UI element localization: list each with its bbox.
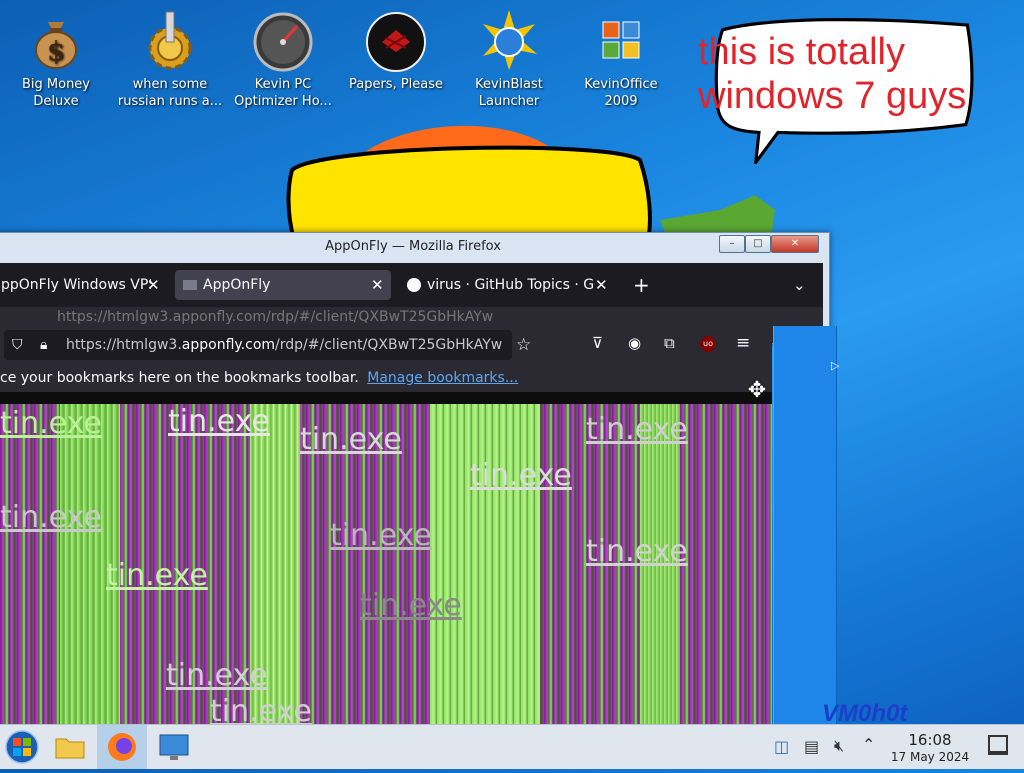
glitch-band (430, 404, 540, 726)
shield-icon[interactable]: ⛉ (12, 330, 23, 360)
desktop-icon-label: Papers, Please (348, 77, 444, 92)
blue-panel (773, 326, 837, 724)
window-title: AppOnFly — Mozilla Firefox (325, 239, 501, 254)
url-bar[interactable]: ⛉ 🔒︎ https://htmlgw3.apponfly.com/rdp/#/… (4, 330, 531, 360)
desktop-icon-label: KevinOffice 2009 (584, 77, 658, 109)
maximize-button[interactable]: □ (745, 235, 771, 253)
glitch-text: tin.exe (168, 404, 270, 439)
glitch-text: tin.exe (300, 422, 402, 457)
desktop-icon-optimizer[interactable]: Kevin PC Optimizer Ho... (228, 8, 338, 110)
clock-date[interactable]: 17 May 2024 (880, 750, 980, 764)
url-domain: apponfly.com (181, 337, 276, 353)
tray-volume-muted-icon[interactable]: 🔇︎ (834, 736, 844, 756)
desktop: { "desktop": { "icons": [ {"label": "Big… (0, 0, 1024, 769)
firefox-taskbar-button[interactable] (97, 725, 147, 769)
taskbar: ◫ ▤ 🔇︎ ⌃ 16:08 17 May 2024 (0, 724, 1024, 769)
desktop-icon-papers-please[interactable]: Papers, Please (341, 8, 451, 93)
svg-text:$: $ (47, 37, 65, 67)
show-desktop-icon[interactable] (988, 735, 1008, 755)
tab-label: ppOnFly Windows VPS ( (1, 277, 151, 293)
glitch-text: tin.exe (360, 588, 462, 623)
url-path: /rdp/#/client/QXBwT25GbHkAYw (275, 337, 503, 353)
tray-update-icon[interactable]: ◫ (774, 737, 789, 756)
speedometer-icon (251, 8, 315, 72)
pocket-icon[interactable]: ⊽ (592, 334, 603, 352)
emblem-icon (364, 8, 428, 72)
manage-bookmarks-link[interactable]: Manage bookmarks... (367, 370, 518, 386)
start-button[interactable] (4, 729, 40, 765)
glitch-text: tin.exe (0, 500, 102, 535)
glitch-text: tin.exe (470, 458, 572, 493)
desktop-icon-label: KevinBlast Launcher (475, 77, 543, 109)
desktop-icon-russian[interactable]: when some russian runs a... (115, 8, 225, 110)
close-button[interactable]: ✕ (771, 235, 819, 253)
money-bag-icon: $ (24, 8, 88, 72)
minimize-button[interactable]: – (719, 235, 745, 253)
bookmarks-hint: ce your bookmarks here on the bookmarks … (0, 370, 359, 386)
tab-bar: ppOnFly Windows VPS ( ✕ AppOnFly ✕ virus… (0, 263, 823, 307)
tab-apponfly-vps[interactable]: ppOnFly Windows VPS ( (0, 270, 151, 300)
glitch-text: tin.exe (0, 406, 102, 441)
list-tabs-chevron-icon[interactable]: ⌄ (793, 270, 806, 300)
tab-favicon-icon (183, 280, 197, 290)
url-prefix: https://htmlgw3. (66, 337, 182, 353)
tab-label: AppOnFly (203, 277, 271, 293)
gear-icon (138, 8, 202, 72)
new-tab-button[interactable]: + (633, 270, 650, 300)
move-cursor-icon: ✥ (747, 378, 767, 403)
glitch-text: tin.exe (210, 694, 312, 726)
folder-icon (55, 738, 85, 759)
bookmarks-toolbar: ce your bookmarks here on the bookmarks … (0, 364, 772, 392)
desktop-icon-kevinblast[interactable]: KevinBlast Launcher (454, 8, 564, 110)
monitor-icon (159, 734, 189, 760)
glitch-text: tin.exe (586, 534, 688, 569)
content-top-strip (0, 392, 772, 404)
pointer-cursor-icon: ▷ (831, 359, 840, 372)
clock-time[interactable]: 16:08 (890, 731, 970, 749)
extensions-icon[interactable]: ⧉ (664, 334, 675, 352)
glitch-text: tin.exe (106, 558, 208, 593)
close-tab-icon[interactable]: ✕ (371, 270, 384, 300)
ublock-icon[interactable]: uo (700, 336, 716, 352)
office-icon (589, 8, 653, 72)
close-tab-icon[interactable]: ✕ (595, 270, 608, 300)
file-explorer-button[interactable] (52, 729, 88, 765)
firefox-window-front[interactable]: ⛉ 🔒︎ https://htmlgw3.apponfly.com/rdp/#/… (0, 326, 772, 726)
tab-label: virus · GitHub Topics · Gi (427, 277, 595, 293)
firefox-icon (108, 733, 136, 761)
desktop-icon-label: when some russian runs a... (117, 77, 223, 109)
tab-apponfly[interactable]: AppOnFly (175, 270, 391, 300)
glitch-text: tin.exe (330, 518, 432, 553)
url-text: https://htmlgw3.apponfly.com/rdp/#/clien… (66, 330, 506, 360)
desktop-icon-kevinoffice[interactable]: KevinOffice 2009 (566, 8, 676, 110)
glitch-text: tin.exe (586, 412, 688, 447)
tray-expand-chevron-icon[interactable]: ⌃ (862, 735, 875, 754)
rdp-canvas[interactable]: tin.exe tin.exe tin.exe tin.exe tin.exe … (0, 404, 772, 726)
account-icon[interactable]: ◉ (628, 334, 641, 352)
desktop-icon-big-money[interactable]: $ Big Money Deluxe (1, 8, 111, 110)
nav-bar: ⛉ 🔒︎ https://htmlgw3.apponfly.com/rdp/#/… (0, 326, 772, 364)
windows-logo-icon (5, 730, 39, 764)
bookmark-star-icon[interactable]: ☆ (516, 330, 531, 360)
desktop-icon-label: Kevin PC Optimizer Ho... (234, 77, 332, 109)
tab-github-virus[interactable]: virus · GitHub Topics · Gi (405, 270, 595, 300)
tray-clipboard-icon[interactable]: ▤ (804, 737, 819, 756)
remote-desktop-button[interactable] (156, 729, 192, 765)
github-icon (407, 278, 421, 292)
lock-icon[interactable]: 🔒︎ (40, 330, 47, 360)
blast-icon (477, 8, 541, 72)
bubble-text: this is totally windows 7 guys (698, 31, 967, 117)
close-tab-icon[interactable]: ✕ (147, 270, 160, 300)
glitch-text: tin.exe (166, 658, 268, 693)
desktop-icon-label: Big Money Deluxe (21, 77, 90, 109)
menu-icon[interactable]: ≡ (736, 333, 750, 353)
